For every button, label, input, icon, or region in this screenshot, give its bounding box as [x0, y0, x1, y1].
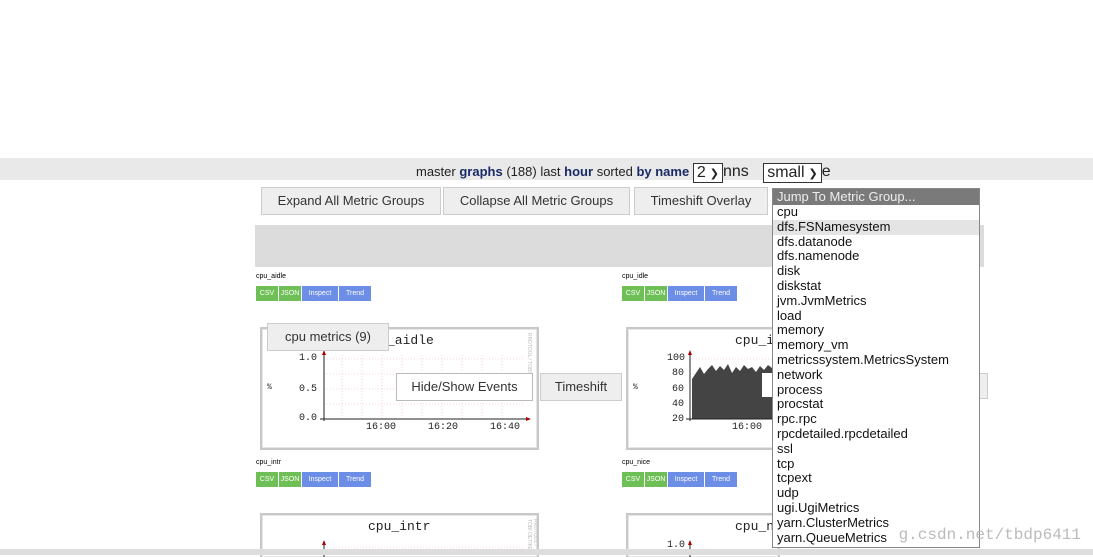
size-select[interactable]: small ❯ — [763, 163, 822, 183]
columns-suffix: nns — [722, 163, 749, 180]
graph-title: _aidle — [387, 333, 434, 348]
dropdown-option[interactable]: network — [773, 367, 979, 383]
dropdown-option[interactable]: disk — [773, 263, 979, 279]
jump-to-metric-group-dropdown[interactable]: Jump To Metric Group... cpu dfs.FSNamesys… — [772, 188, 980, 548]
y-tick-label: 0.5 — [299, 384, 318, 395]
trend-button[interactable]: Trend — [339, 472, 371, 487]
trend-button[interactable]: Trend — [705, 286, 737, 301]
dropdown-option[interactable]: tcpext — [773, 471, 979, 486]
csv-button[interactable]: CSV — [622, 472, 644, 487]
y-tick-label: 80 — [672, 368, 685, 379]
header-line: master graphs (188) last hour sorted by … — [416, 162, 831, 183]
csv-button[interactable]: CSV — [256, 472, 278, 487]
inspect-button[interactable]: Inspect — [302, 472, 338, 487]
json-button[interactable]: JSON — [645, 286, 667, 301]
graph-name-label: cpu_nice — [622, 459, 651, 466]
y-axis-label: % — [267, 383, 272, 392]
graph-title: cpu_i — [735, 333, 775, 348]
size-value: small — [767, 164, 805, 181]
x-tick-label: 16:40 — [490, 422, 521, 433]
dropdown-option[interactable]: rpc.rpc — [773, 411, 979, 427]
graph-name-label: cpu_aidle — [256, 273, 286, 280]
inspect-button[interactable]: Inspect — [302, 286, 338, 301]
dropdown-option[interactable]: memory_vm — [773, 337, 979, 353]
dropdown-option[interactable]: udp — [773, 485, 979, 501]
x-tick-label: 16:00 — [732, 422, 763, 433]
graph-name-label: cpu_idle — [622, 273, 649, 280]
size-suffix: e — [821, 163, 831, 180]
columns-select[interactable]: 2 ❯ — [692, 163, 723, 183]
dropdown-option[interactable]: memory — [773, 323, 979, 338]
y-axis-arrow — [688, 350, 692, 355]
timeshift-overlay-button[interactable]: Timeshift Overlay — [634, 187, 768, 215]
y-axis-arrow — [688, 540, 692, 545]
graph-cpu-idle[interactable]: cpu_i 100 80 60 40 20 % 16:00 — [626, 327, 780, 450]
graph-title: cpu_n — [735, 519, 775, 534]
horizontal-scrollbar[interactable] — [0, 549, 1093, 555]
dropdown-option[interactable]: metricssystem.MetricsSystem — [773, 352, 979, 368]
dropdown-option[interactable]: procstat — [773, 397, 979, 412]
dropdown-option[interactable]: diskstat — [773, 278, 979, 294]
dropdown-option[interactable]: process — [773, 382, 979, 398]
columns-value: 2 — [696, 164, 706, 181]
range-label: hour — [564, 164, 594, 179]
dropdown-option[interactable]: ugi.UgiMetrics — [773, 500, 979, 516]
csv-button[interactable]: CSV — [256, 286, 278, 301]
dropdown-option[interactable]: jvm.JvmMetrics — [773, 293, 979, 309]
y-tick-label: 40 — [672, 399, 685, 410]
graph-actions: CSV JSON Inspect Trend — [256, 472, 372, 487]
cluster-name: master — [416, 164, 456, 179]
y-axis-label: % — [633, 383, 638, 392]
graph-actions: CSV JSON Inspect Trend — [622, 286, 738, 301]
metric-group-toggle[interactable]: cpu metrics (9) — [267, 323, 389, 351]
last-label: last — [540, 164, 561, 179]
dropdown-option[interactable]: cpu — [773, 204, 979, 220]
dropdown-option[interactable]: dfs.namenode — [773, 249, 979, 264]
dropdown-option[interactable]: tcp — [773, 456, 979, 472]
chevron-down-icon: ❯ — [709, 168, 719, 180]
y-tick-label: 60 — [672, 384, 685, 395]
dropdown-option[interactable]: dfs.FSNamesystem — [773, 219, 979, 235]
csv-button[interactable]: CSV — [622, 286, 644, 301]
expand-all-button[interactable]: Expand All Metric Groups — [261, 187, 441, 215]
y-axis-arrow — [322, 540, 326, 545]
dropdown-option[interactable]: dfs.datanode — [773, 234, 979, 250]
json-button[interactable]: JSON — [279, 472, 301, 487]
graph-count: (188) — [506, 164, 537, 179]
y-tick-label: 1.0 — [299, 353, 318, 364]
chevron-down-icon: ❯ — [808, 168, 818, 180]
dropdown-header[interactable]: Jump To Metric Group... — [773, 189, 979, 205]
timeshift-button[interactable]: Timeshift — [540, 373, 622, 401]
json-button[interactable]: JSON — [645, 472, 667, 487]
dropdown-option[interactable]: ssl — [773, 441, 979, 457]
inspect-button[interactable]: Inspect — [668, 286, 704, 301]
dropdown-option[interactable]: load — [773, 308, 979, 324]
dropdown-list: cpu dfs.FSNamesystem dfs.datanode dfs.namen… — [773, 204, 979, 545]
sort-by-label: by name — [636, 164, 690, 179]
graph-actions: CSV JSON Inspect Trend — [622, 472, 738, 487]
graphs-label: graphs — [459, 164, 503, 179]
trend-button[interactable]: Trend — [705, 472, 737, 487]
trend-button[interactable]: Trend — [339, 286, 371, 301]
x-tick-label: 16:20 — [428, 422, 459, 433]
graph-actions: CSV JSON Inspect Trend — [256, 286, 372, 301]
graph-name-label: cpu_intr — [256, 459, 281, 466]
collapse-all-button[interactable]: Collapse All Metric Groups — [443, 187, 630, 215]
hide-show-events-button[interactable]: Hide/Show Events — [396, 373, 533, 401]
graph-title: cpu_intr — [368, 519, 431, 534]
inspect-button[interactable]: Inspect — [668, 472, 704, 487]
sorted-label: sorted — [596, 164, 633, 179]
watermark: g.csdn.net/tbdp6411 — [898, 526, 1081, 544]
y-tick-label: 0.0 — [299, 413, 318, 424]
dropdown-option[interactable]: rpcdetailed.rpcdetailed — [773, 426, 979, 442]
y-tick-label: 100 — [667, 353, 686, 364]
json-button[interactable]: JSON — [279, 286, 301, 301]
x-tick-label: 16:00 — [366, 422, 397, 433]
y-tick-label: 20 — [672, 414, 685, 425]
